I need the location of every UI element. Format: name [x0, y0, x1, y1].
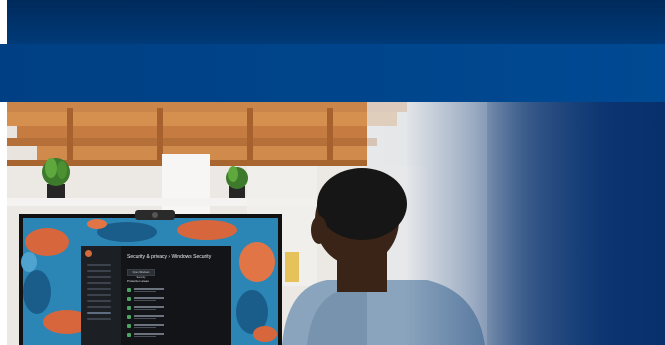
- sidebar-item: [87, 270, 111, 272]
- shield-icon: [127, 306, 131, 310]
- open-windows-security-button: Open Windows Security: [127, 269, 155, 279]
- protection-area-item: [127, 323, 187, 331]
- shield-icon: [127, 324, 131, 328]
- page-title: Security & privacy › Windows Security: [127, 254, 212, 260]
- shield-icon: [127, 315, 131, 319]
- avatar: [85, 250, 92, 257]
- protection-area-item: [127, 332, 187, 340]
- sidebar-item: [87, 294, 111, 296]
- sidebar-item-security: [87, 312, 111, 314]
- protection-area-item: [127, 305, 187, 313]
- protection-area-item: [127, 296, 187, 304]
- protection-areas-heading: Protection areas: [127, 279, 149, 283]
- sidebar-item: [87, 264, 111, 266]
- sidebar-item: [87, 288, 111, 290]
- protection-area-item: [127, 314, 187, 322]
- shield-icon: [127, 333, 131, 337]
- settings-sidebar: [81, 246, 121, 345]
- shield-icon: [127, 288, 131, 292]
- protection-area-item: [127, 287, 187, 295]
- shield-icon: [127, 297, 131, 301]
- sidebar-item: [87, 306, 111, 308]
- sidebar-item: [87, 282, 111, 284]
- hero-blue-fade: [405, 102, 665, 345]
- top-banner: [7, 0, 665, 44]
- blue-band: [0, 44, 665, 102]
- hero-image: Security & privacy › Windows Security Op…: [7, 102, 665, 345]
- sidebar-item: [87, 318, 111, 320]
- sidebar-item: [87, 276, 111, 278]
- windows-settings-window: Security & privacy › Windows Security Op…: [81, 246, 231, 345]
- sidebar-item: [87, 300, 111, 302]
